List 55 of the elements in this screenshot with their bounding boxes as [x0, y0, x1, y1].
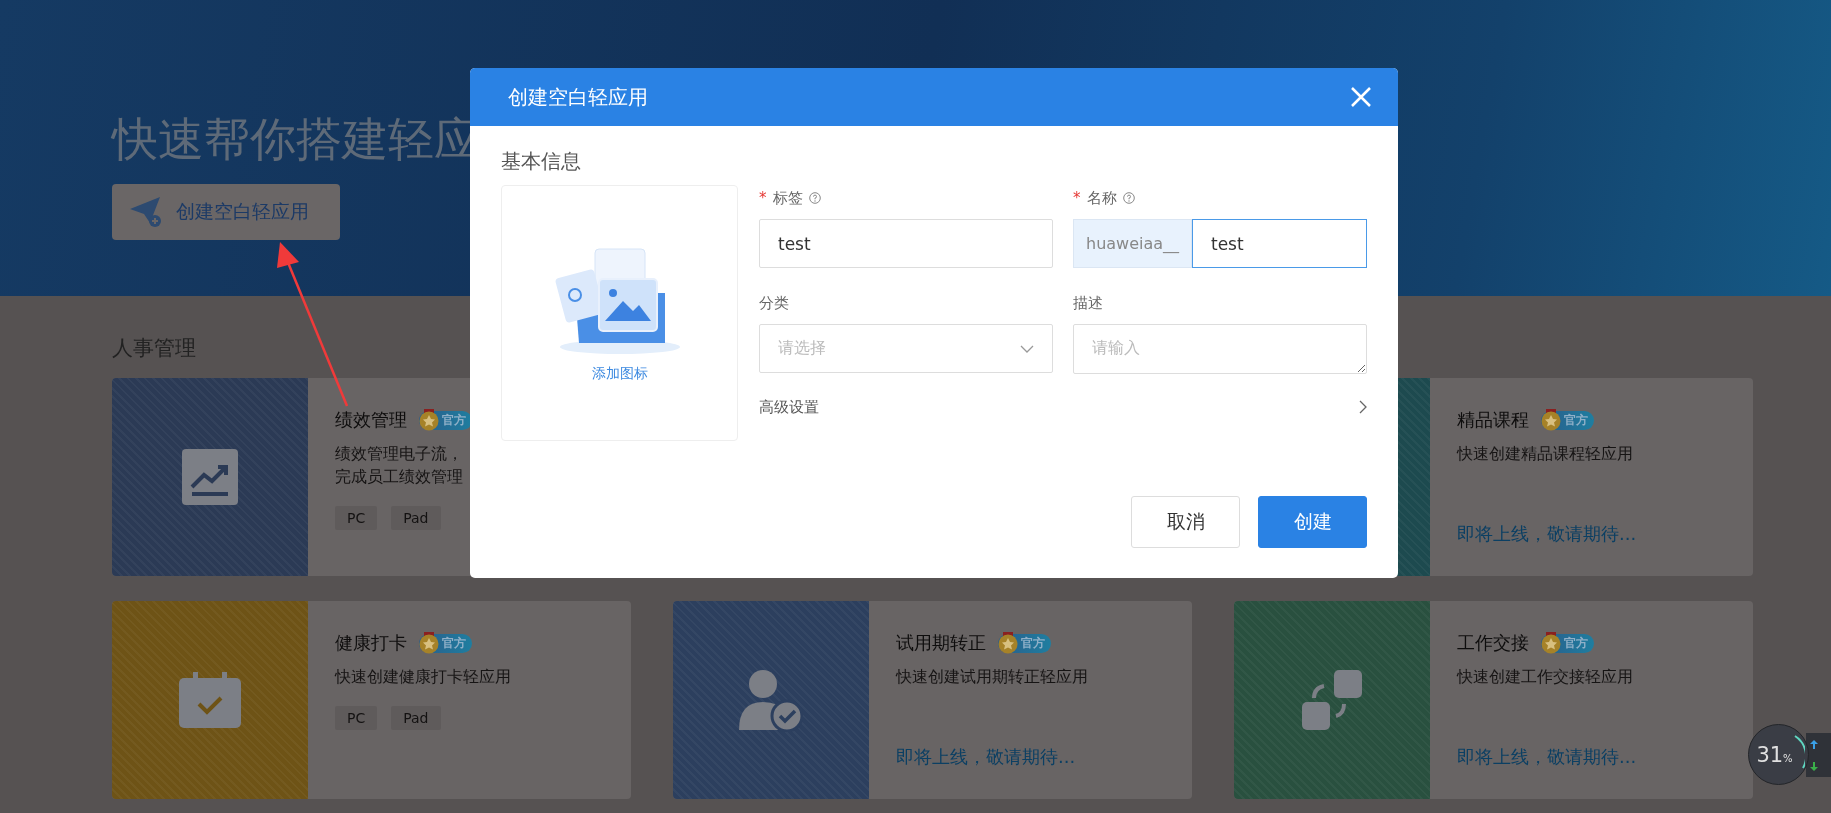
app-title: 工作交接: [1457, 631, 1529, 655]
required-mark: *: [759, 189, 767, 207]
app-description: 快速创建健康打卡轻应用: [335, 666, 511, 688]
upload-arrow-icon: [1810, 739, 1818, 749]
app-card[interactable]: 工作交接 官方 快速创建工作交接轻应用 即将上线，敬请期待...: [1234, 601, 1753, 799]
app-title: 绩效管理: [335, 408, 407, 432]
app-title: 健康打卡: [335, 631, 407, 655]
field-label: 分类: [759, 293, 789, 313]
field-label: 描述: [1073, 293, 1103, 313]
official-badge: 官方: [1541, 633, 1594, 653]
app-description: 完成员工绩效管理: [335, 466, 463, 488]
platform-tag: Pad: [391, 506, 441, 530]
platform-tag: Pad: [391, 706, 441, 730]
app-description: 绩效管理电子流，: [335, 443, 463, 465]
chevron-down-icon: [1020, 344, 1034, 353]
blocks-icon: [1302, 670, 1362, 730]
app-card[interactable]: 健康打卡 官方 快速创建健康打卡轻应用 PC Pad: [112, 601, 631, 799]
required-mark: *: [1073, 189, 1081, 207]
platform-tag: PC: [335, 706, 378, 730]
coming-soon-text: 即将上线，敬请期待...: [896, 745, 1076, 769]
close-button[interactable]: [1349, 85, 1373, 109]
user-check-icon: [739, 668, 803, 732]
description-input[interactable]: 请输入: [1073, 324, 1367, 374]
gauge-arc-icon: [1794, 735, 1805, 769]
calendar-icon: [179, 672, 241, 728]
app-description: 快速创建试用期转正轻应用: [896, 666, 1088, 688]
icon-upload[interactable]: 添加图标: [501, 185, 738, 441]
name-prefix: huaweiaa__: [1073, 219, 1192, 268]
app-card[interactable]: 试用期转正 官方 快速创建试用期转正轻应用 即将上线，敬请期待...: [673, 601, 1192, 799]
chart-icon: [182, 449, 238, 505]
label-input[interactable]: test: [759, 219, 1053, 268]
field-label: 标签: [772, 188, 803, 208]
download-arrow-icon: [1810, 761, 1818, 771]
app-title: 试用期转正: [896, 631, 986, 655]
field-label: 名称: [1086, 188, 1117, 208]
cancel-button[interactable]: 取消: [1131, 496, 1240, 548]
create-button[interactable]: 创建: [1258, 496, 1367, 548]
chevron-right-icon: [1359, 400, 1367, 414]
paper-plane-icon: [130, 197, 162, 227]
platform-tag: PC: [335, 506, 378, 530]
dialog-title: 创建空白轻应用: [508, 83, 648, 111]
official-badge: 官方: [998, 633, 1051, 653]
section-heading: 基本信息: [501, 148, 582, 175]
official-badge: 官方: [419, 633, 472, 653]
category-select[interactable]: 请选择: [759, 324, 1053, 373]
official-badge: 官方: [419, 410, 472, 430]
app-description: 快速创建精品课程轻应用: [1457, 443, 1633, 465]
coming-soon-text: 即将上线，敬请期待...: [1457, 745, 1637, 769]
app-description: 快速创建工作交接轻应用: [1457, 666, 1633, 688]
usage-percent: 31%: [1756, 742, 1793, 767]
official-badge: 官方: [1541, 410, 1594, 430]
app-title: 精品课程: [1457, 408, 1529, 432]
create-app-button[interactable]: 创建空白轻应用: [112, 184, 340, 240]
coming-soon-text: 即将上线，敬请期待...: [1457, 522, 1637, 546]
name-input[interactable]: test: [1192, 219, 1367, 268]
